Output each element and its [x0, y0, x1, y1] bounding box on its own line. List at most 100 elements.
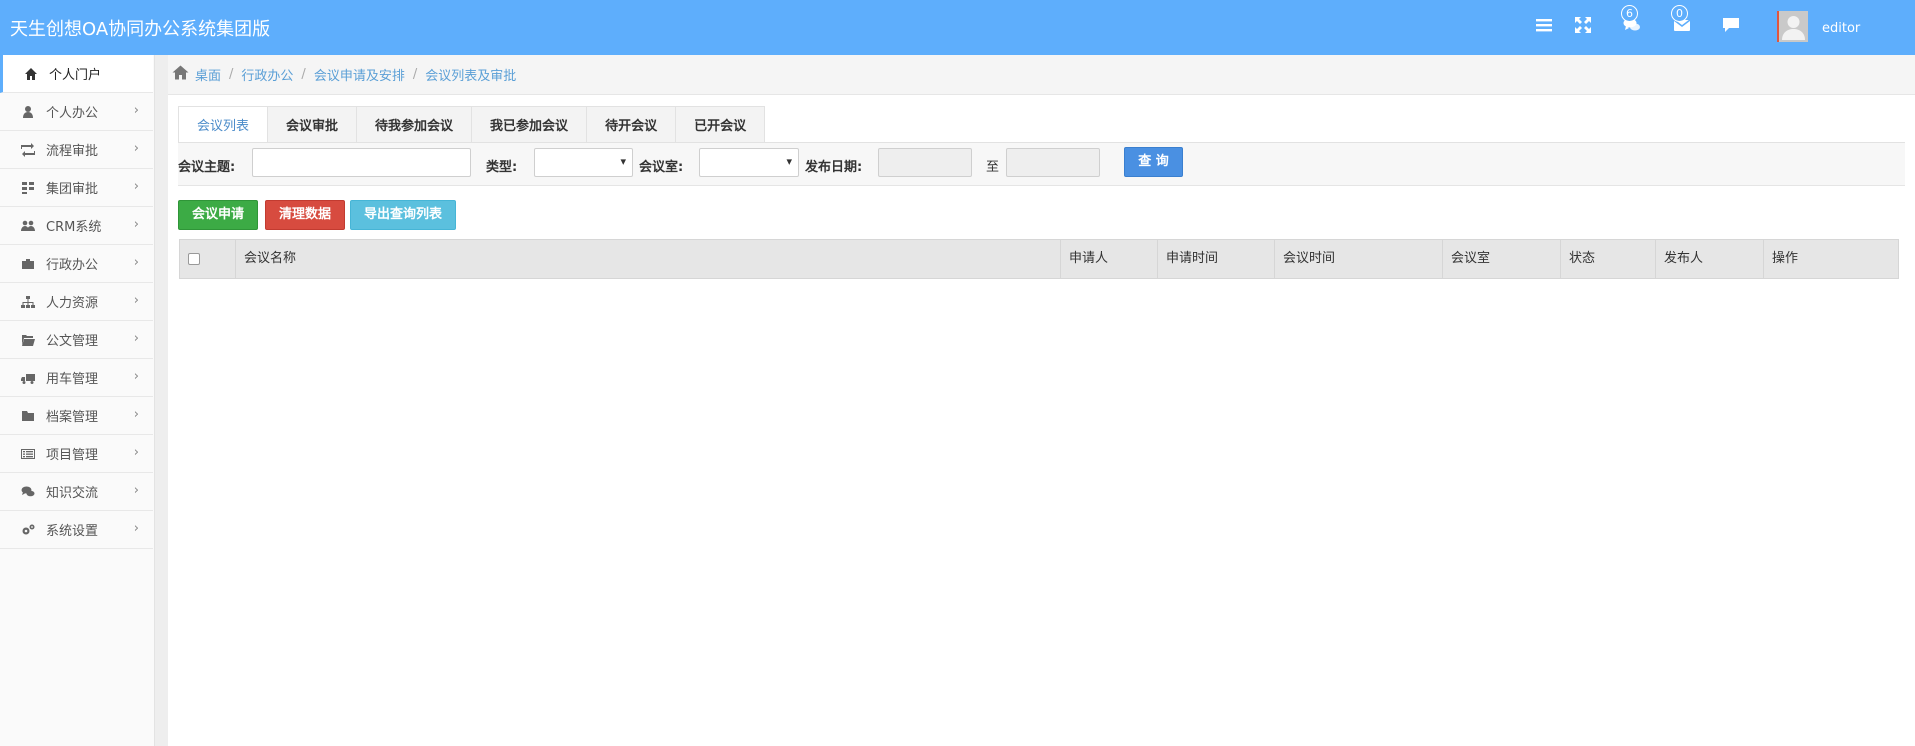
table-header-select — [180, 240, 236, 278]
select-all-checkbox[interactable] — [188, 253, 200, 265]
sidebar-item-documents[interactable]: 公文管理 › — [0, 321, 153, 359]
folder-open-icon — [20, 332, 36, 348]
room-select[interactable] — [699, 148, 799, 177]
sidebar-item-personal-office[interactable]: 个人办公 › — [0, 93, 153, 131]
export-list-button[interactable]: 导出查询列表 — [350, 200, 456, 230]
chevron-right-icon: › — [133, 331, 139, 346]
chevron-right-icon: › — [133, 293, 139, 308]
comments-icon — [20, 484, 36, 500]
sidebar-item-label: 个人办公 — [46, 106, 99, 121]
menu-toggle-icon[interactable] — [1535, 16, 1555, 36]
mail-icon[interactable]: 0 — [1671, 5, 1693, 36]
sidebar-item-label: 个人门户 — [49, 68, 102, 83]
sidebar: 个人门户 个人办公 › 流程审批 › 集团审批 › CRM系统 › 行政办公 ›… — [0, 55, 155, 746]
chevron-right-icon: › — [133, 369, 139, 384]
tab-meeting-list[interactable]: 会议列表 — [178, 106, 269, 143]
table-header-publisher: 发布人 — [1656, 240, 1764, 278]
sidebar-item-label: 系统设置 — [46, 524, 99, 539]
clear-data-button[interactable]: 清理数据 — [265, 200, 345, 230]
chevron-right-icon: › — [133, 483, 139, 498]
breadcrumb-meeting-list[interactable]: 会议列表及审批 — [425, 65, 516, 84]
sidebar-item-label: 档案管理 — [46, 410, 99, 425]
table-header-apply-time: 申请时间 — [1158, 240, 1275, 278]
top-bar: 天生创想OA协同办公系统集团版 6 0 editor — [0, 0, 1915, 55]
chevron-right-icon: › — [133, 255, 139, 270]
briefcase-icon — [20, 256, 36, 272]
home-icon — [23, 66, 39, 82]
type-label: 类型: — [486, 160, 518, 175]
tab-meeting-approval[interactable]: 会议审批 — [268, 106, 358, 143]
table-header-applicant: 申请人 — [1061, 240, 1158, 278]
sidebar-item-settings[interactable]: 系统设置 › — [0, 511, 153, 549]
filter-bar: 会议主题: 类型: 会议室: 发布日期: 至 查 询 — [178, 143, 1905, 186]
home-icon[interactable] — [172, 65, 195, 84]
table-header-operation: 操作 — [1772, 251, 1799, 266]
type-select[interactable] — [534, 148, 633, 177]
chevron-right-icon: › — [133, 141, 139, 156]
chevron-right-icon: › — [133, 445, 139, 460]
list-icon — [20, 446, 36, 462]
content-gutter — [155, 55, 168, 746]
retweet-icon — [20, 142, 36, 158]
users-icon — [20, 218, 36, 234]
apply-meeting-button[interactable]: 会议申请 — [178, 200, 258, 230]
query-button[interactable]: 查 询 — [1124, 147, 1183, 177]
breadcrumb-desktop[interactable]: 桌面 — [195, 65, 221, 84]
breadcrumb-admin-office[interactable]: 行政办公 — [241, 65, 293, 84]
tab-upcoming[interactable]: 待开会议 — [587, 106, 677, 143]
table-header-meeting-time: 会议时间 — [1275, 240, 1443, 278]
subject-label: 会议主题: — [178, 160, 236, 175]
sidebar-item-label: 知识交流 — [46, 486, 99, 501]
tab-attended[interactable]: 我已参加会议 — [472, 106, 588, 143]
sidebar-item-projects[interactable]: 项目管理 › — [0, 435, 153, 473]
breadcrumb-meeting-arrangement[interactable]: 会议申请及安排 — [314, 65, 405, 84]
avatar[interactable] — [1777, 11, 1808, 42]
sidebar-item-workflow[interactable]: 流程审批 › — [0, 131, 153, 169]
to-label: 至 — [986, 160, 1000, 175]
sitemap-icon — [20, 294, 36, 310]
fullscreen-icon[interactable] — [1574, 16, 1594, 36]
sidebar-item-label: 流程审批 — [46, 144, 99, 159]
mail-badge: 0 — [1671, 5, 1688, 22]
tab-pending-attend[interactable]: 待我参加会议 — [357, 106, 473, 143]
breadcrumb-separator: / — [301, 67, 306, 82]
sidebar-item-label: 集团审批 — [46, 182, 99, 197]
app-title: 天生创想OA协同办公系统集团版 — [10, 19, 271, 40]
chevron-right-icon: › — [133, 103, 139, 118]
sidebar-item-group-approval[interactable]: 集团审批 › — [0, 169, 153, 207]
grid-icon — [20, 180, 36, 196]
sidebar-item-crm[interactable]: CRM系统 › — [0, 207, 153, 245]
user-name[interactable]: editor — [1822, 21, 1860, 36]
tab-held[interactable]: 已开会议 — [676, 106, 766, 143]
chevron-right-icon: › — [133, 407, 139, 422]
table-header-status: 状态 — [1561, 240, 1656, 278]
end-date-input[interactable] — [1006, 148, 1100, 177]
chevron-right-icon: › — [133, 217, 139, 232]
chevron-right-icon: › — [133, 521, 139, 536]
truck-icon — [20, 370, 36, 386]
sidebar-item-vehicles[interactable]: 用车管理 › — [0, 359, 153, 397]
breadcrumb-separator: / — [412, 67, 418, 82]
sidebar-item-label: CRM系统 — [46, 220, 102, 235]
folder-icon — [20, 408, 36, 424]
sidebar-item-archives[interactable]: 档案管理 › — [0, 397, 153, 435]
tab-bar: 会议列表 会议审批 待我参加会议 我已参加会议 待开会议 已开会议 — [178, 106, 766, 143]
sidebar-item-label: 人力资源 — [46, 296, 99, 311]
sidebar-item-label: 公文管理 — [46, 334, 99, 349]
chevron-right-icon: › — [133, 179, 139, 194]
table-header-name: 会议名称 — [236, 240, 1061, 278]
cogs-icon — [20, 522, 36, 538]
breadcrumb: 桌面 / 行政办公 / 会议申请及安排 / 会议列表及审批 — [168, 55, 1915, 95]
sidebar-item-knowledge[interactable]: 知识交流 › — [0, 473, 153, 511]
sidebar-item-admin-office[interactable]: 行政办公 › — [0, 245, 153, 283]
date-label: 发布日期: — [805, 160, 863, 175]
start-date-input[interactable] — [878, 148, 972, 177]
user-icon — [20, 104, 36, 120]
subject-input[interactable] — [252, 148, 471, 177]
chat-icon[interactable]: 6 — [1621, 5, 1643, 36]
breadcrumb-separator: / — [229, 67, 234, 82]
sidebar-item-hr[interactable]: 人力资源 › — [0, 283, 153, 321]
sidebar-item-portal[interactable]: 个人门户 — [0, 55, 153, 93]
room-label: 会议室: — [639, 160, 684, 175]
message-icon[interactable] — [1722, 16, 1742, 36]
